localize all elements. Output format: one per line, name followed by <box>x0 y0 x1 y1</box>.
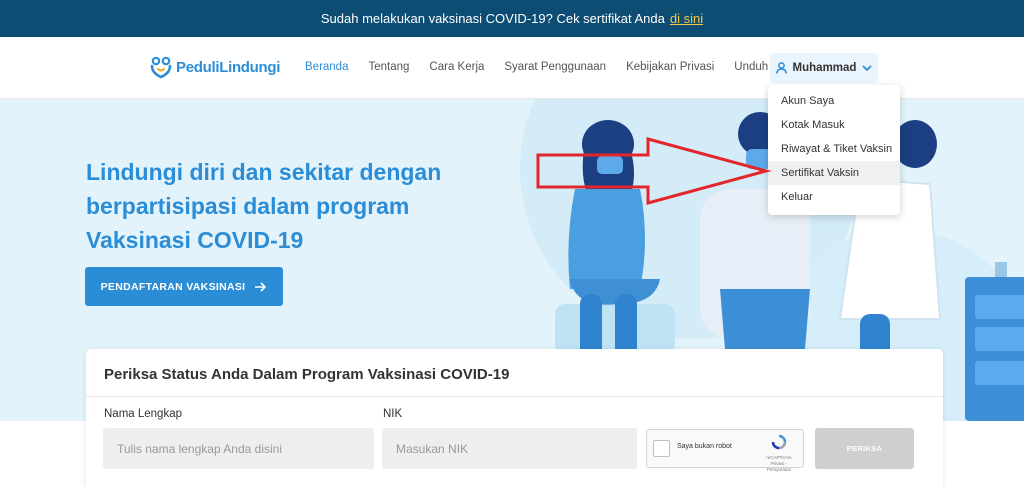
nav-beranda[interactable]: Beranda <box>305 61 348 73</box>
menu-item-sertifikat-vaksin[interactable]: Sertifikat Vaksin <box>768 161 900 185</box>
register-button-label: PENDAFTARAN VAKSINASI <box>100 280 246 293</box>
user-icon <box>775 62 787 74</box>
nik-input[interactable]: Masukan NIK <box>382 428 637 469</box>
card-title: Periksa Status Anda Dalam Program Vaksin… <box>104 366 510 383</box>
nav-tentang[interactable]: Tentang <box>368 61 409 73</box>
chevron-down-icon <box>862 64 873 71</box>
menu-item-riwayat-tiket[interactable]: Riwayat & Tiket Vaksin <box>768 137 900 161</box>
annotation-arrow <box>536 137 772 205</box>
name-label: Nama Lengkap <box>104 408 182 420</box>
menu-item-keluar[interactable]: Keluar <box>768 185 900 209</box>
vaccination-status-card: Periksa Status Anda Dalam Program Vaksin… <box>86 349 943 486</box>
user-dropdown-menu: Akun Saya Kotak Masuk Riwayat & Tiket Va… <box>768 85 900 215</box>
arrow-right-icon <box>255 281 267 292</box>
recaptcha-checkbox[interactable] <box>653 440 670 457</box>
user-name: Muhammad <box>792 62 857 74</box>
nav-unduh[interactable]: Unduh <box>734 61 768 73</box>
nav-syarat[interactable]: Syarat Penggunaan <box>504 61 606 73</box>
recaptcha-links[interactable]: Privasi - Persyaratan <box>761 461 797 473</box>
nav-links: Beranda Tentang Cara Kerja Syarat Penggu… <box>305 61 788 73</box>
nav-cara-kerja[interactable]: Cara Kerja <box>429 61 484 73</box>
recaptcha-icon <box>771 434 787 450</box>
check-button[interactable]: PERIKSA <box>815 428 914 469</box>
recaptcha-label: Saya bukan robot <box>677 443 732 450</box>
menu-item-kotak-masuk[interactable]: Kotak Masuk <box>768 113 900 137</box>
announcement-text: Sudah melakukan vaksinasi COVID-19? Cek … <box>320 11 665 26</box>
name-input[interactable]: Tulis nama lengkap Anda disini <box>103 428 374 469</box>
certificate-link[interactable]: di sini <box>670 11 703 26</box>
card-divider <box>86 396 943 397</box>
recaptcha-widget: Saya bukan robot reCAPTCHA Privasi - Per… <box>646 429 804 472</box>
register-vaccination-button[interactable]: PENDAFTARAN VAKSINASI <box>85 267 283 306</box>
nav-kebijakan[interactable]: Kebijakan Privasi <box>626 61 714 73</box>
announcement-bar: Sudah melakukan vaksinasi COVID-19? Cek … <box>0 0 1024 37</box>
nik-label: NIK <box>383 408 403 420</box>
logo-text: PeduliLindungi <box>176 58 281 76</box>
heart-logo-icon <box>150 56 172 79</box>
recaptcha-logo: reCAPTCHA Privasi - Persyaratan <box>761 434 797 473</box>
hero-title: Lindungi diri dan sekitar dengan berpart… <box>86 159 442 253</box>
logo[interactable]: PeduliLindungi <box>150 55 280 79</box>
menu-item-akun-saya[interactable]: Akun Saya <box>768 89 900 113</box>
user-menu-button[interactable]: Muhammad <box>770 53 878 83</box>
